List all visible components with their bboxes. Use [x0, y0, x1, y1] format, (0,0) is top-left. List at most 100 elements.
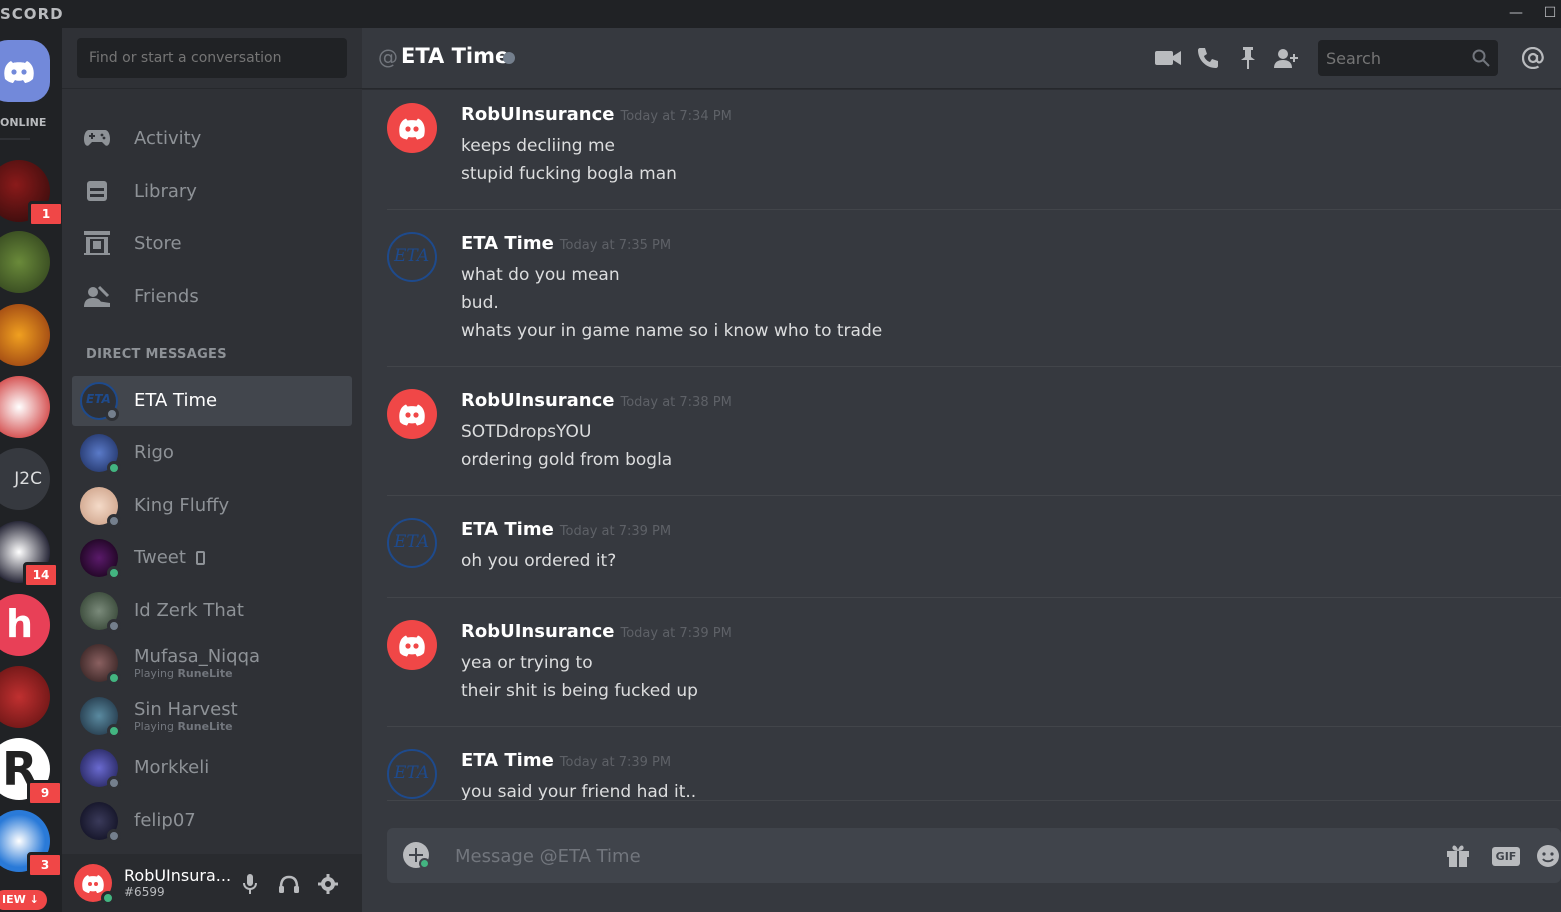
- status-indicator: [107, 514, 121, 528]
- nav-activity[interactable]: Activity: [72, 115, 352, 161]
- add-friend-icon[interactable]: [1273, 44, 1301, 72]
- voice-call-icon[interactable]: [1194, 44, 1222, 72]
- message-text: you said your friend had it..: [461, 782, 697, 800]
- message-author[interactable]: RobUInsurance Today at 7:34 PM: [461, 104, 732, 125]
- headphones-icon[interactable]: [279, 874, 299, 894]
- mention-badge: 1: [28, 201, 62, 227]
- home-button[interactable]: [0, 40, 50, 102]
- gift-icon[interactable]: [1444, 842, 1472, 870]
- message-author[interactable]: RobUInsurance Today at 7:38 PM: [461, 390, 732, 411]
- server-icon-7[interactable]: h: [0, 594, 50, 656]
- nav-friends[interactable]: Friends: [72, 273, 352, 319]
- message-divider: [387, 597, 1561, 598]
- gif-button[interactable]: GIF: [1489, 842, 1523, 870]
- avatar: [80, 592, 121, 633]
- title-bar: SCORD — ☐: [0, 0, 1561, 28]
- avatar[interactable]: ETA: [387, 749, 437, 799]
- app-brand: SCORD: [0, 5, 64, 23]
- dm-item-mufasa-niqqa[interactable]: Mufasa_Niqqa Playing RuneLite: [72, 638, 352, 688]
- message-author[interactable]: ETA Time Today at 7:35 PM: [461, 233, 671, 254]
- message-divider: [387, 800, 1561, 801]
- dm-item-morkkeli[interactable]: Morkkeli: [72, 743, 352, 793]
- dm-item-eta-time[interactable]: ETA ETA Time: [72, 376, 352, 426]
- avatar: [80, 539, 121, 580]
- dm-item-rigo[interactable]: Rigo: [72, 428, 352, 478]
- activity-game: RuneLite: [177, 667, 233, 681]
- server-list: ONLINE 1 J2C 14 h R 9 3 IEW ↓: [0, 28, 62, 912]
- nav-store[interactable]: Store: [72, 220, 352, 266]
- server-icon-3[interactable]: [0, 304, 50, 366]
- dm-item-king-fluffy[interactable]: King Fluffy: [72, 481, 352, 531]
- status-indicator: [107, 829, 121, 843]
- emoji-icon[interactable]: [1534, 842, 1561, 870]
- dm-name: ETA Time: [134, 390, 218, 412]
- chat-header: @ ETA Time: [362, 28, 1561, 89]
- dm-item-id-zerk-that[interactable]: Id Zerk That: [72, 586, 352, 636]
- mention-badge: 3: [27, 852, 62, 878]
- mention-badge: 9: [27, 780, 62, 806]
- message-text: whats your in game name so i know who to…: [461, 321, 883, 341]
- message-divider: [387, 366, 1561, 367]
- dm-name: Tweet: [134, 547, 186, 569]
- upload-plus-icon[interactable]: [403, 842, 430, 869]
- message-author[interactable]: ETA Time Today at 7:39 PM: [461, 519, 671, 540]
- status-indicator: [107, 671, 121, 685]
- author-name[interactable]: ETA Time: [461, 233, 554, 254]
- status-indicator: [107, 566, 121, 580]
- message-author[interactable]: ETA Time Today at 7:39 PM: [461, 750, 671, 771]
- avatar[interactable]: [387, 389, 437, 439]
- timestamp: Today at 7:39 PM: [559, 755, 672, 770]
- avatar[interactable]: [387, 620, 437, 670]
- new-unreads-pill[interactable]: IEW ↓: [0, 890, 47, 910]
- server-icon-2[interactable]: [0, 231, 50, 293]
- server-icon-8[interactable]: [0, 666, 50, 728]
- dm-name: Rigo: [134, 442, 174, 464]
- message-text: oh you ordered it?: [461, 551, 617, 571]
- status-indicator: [503, 52, 515, 64]
- author-name[interactable]: RobUInsurance: [461, 621, 614, 642]
- author-name[interactable]: ETA Time: [461, 750, 554, 771]
- dm-item-sin-harvest[interactable]: Sin Harvest Playing RuneLite: [72, 691, 352, 741]
- activity-status: Playing RuneLite: [134, 667, 260, 680]
- search-icon[interactable]: [1467, 44, 1495, 72]
- nav-label: Library: [134, 180, 197, 202]
- dm-item-felip07[interactable]: felip07: [72, 796, 352, 846]
- avatar[interactable]: ETA: [387, 518, 437, 568]
- avatar[interactable]: ETA: [387, 232, 437, 282]
- avatar[interactable]: [74, 864, 115, 905]
- timestamp: Today at 7:39 PM: [620, 626, 732, 641]
- maximize-button[interactable]: ☐: [1541, 4, 1559, 22]
- username: RobUInsura...: [124, 866, 232, 886]
- discord-logo-icon: [399, 635, 425, 657]
- microphone-icon[interactable]: [240, 874, 260, 894]
- message-input[interactable]: [455, 842, 1355, 870]
- author-name[interactable]: ETA Time: [461, 519, 554, 540]
- find-conversation-input[interactable]: [77, 38, 347, 78]
- author-name[interactable]: RobUInsurance: [461, 104, 614, 125]
- avatar[interactable]: [387, 103, 437, 153]
- status-indicator: [101, 891, 115, 905]
- chat-area: @ ETA Time RobUInsuranceToday at 7:34: [362, 28, 1561, 912]
- discord-logo-icon: [399, 404, 425, 426]
- minimize-button[interactable]: —: [1507, 4, 1525, 22]
- message-text: SOTDdropsYOU: [461, 422, 592, 442]
- dm-item-tweet[interactable]: Tweet: [72, 533, 352, 583]
- divider: [62, 88, 362, 89]
- user-tag: #6599: [124, 885, 165, 900]
- server-icon-4[interactable]: [0, 376, 50, 438]
- activity-prefix: Playing: [134, 720, 178, 734]
- timestamp: Today at 7:38 PM: [620, 395, 732, 410]
- author-name[interactable]: RobUInsurance: [461, 390, 614, 411]
- pin-icon[interactable]: [1234, 44, 1262, 72]
- message-divider: [387, 495, 1561, 496]
- activity-prefix: Playing: [134, 667, 178, 681]
- message-author[interactable]: RobUInsurance Today at 7:39 PM: [461, 621, 732, 642]
- status-indicator: [107, 724, 121, 738]
- video-call-icon[interactable]: [1154, 44, 1182, 72]
- online-count: ONLINE: [0, 116, 47, 129]
- message-divider: [387, 726, 1561, 727]
- nav-library[interactable]: Library: [72, 168, 352, 214]
- server-icon-j2c[interactable]: J2C: [0, 448, 50, 510]
- settings-gear-icon[interactable]: [318, 874, 338, 894]
- mentions-icon[interactable]: [1519, 44, 1547, 72]
